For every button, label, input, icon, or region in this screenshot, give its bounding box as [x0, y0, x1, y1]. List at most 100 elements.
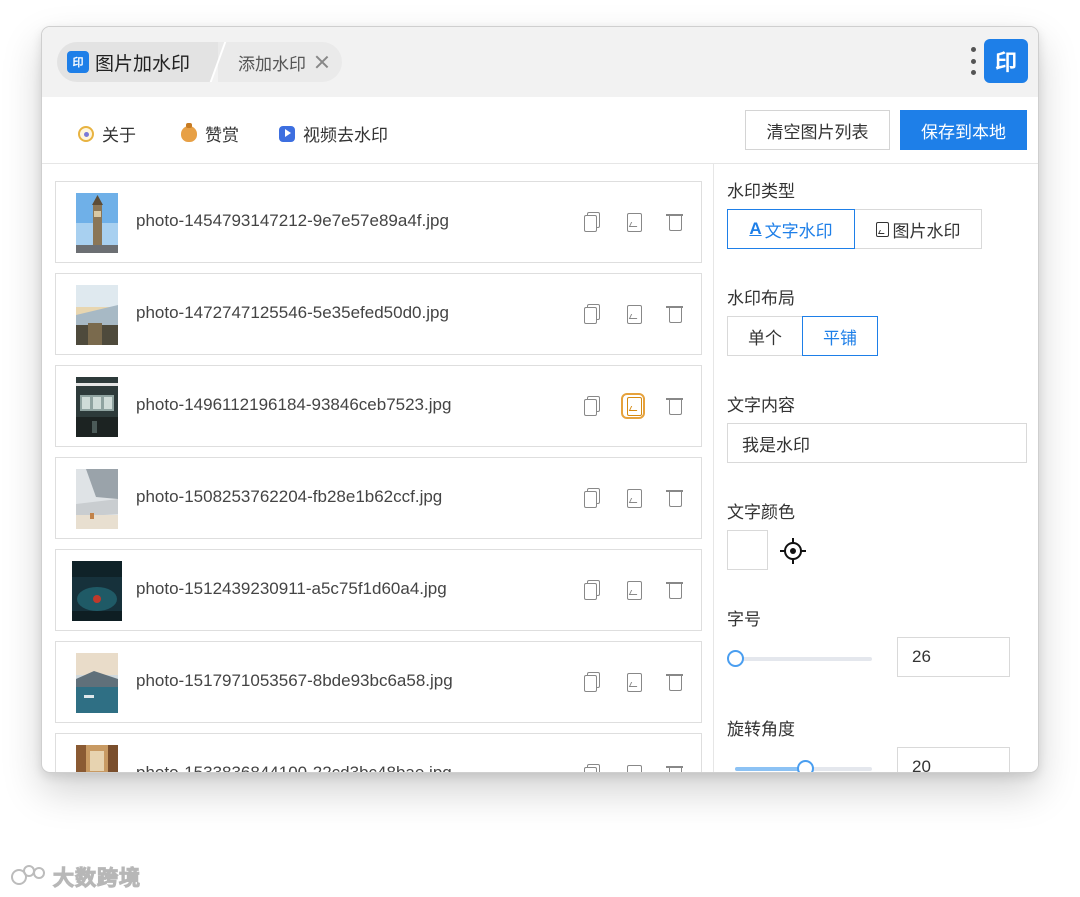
row-actions	[583, 580, 706, 600]
about-link[interactable]: 关于	[78, 121, 136, 146]
tab-add-watermark[interactable]: 添加水印	[218, 42, 343, 82]
text-watermark-label: 文字水印	[764, 221, 833, 241]
file-thumbnail	[76, 469, 118, 529]
copy-icon[interactable]	[583, 488, 601, 508]
page: 印 图片加水印 添加水印 印 关于 赞赏 视频去水印 清空图片列表 保存到本地 …	[0, 0, 1080, 897]
slider-handle[interactable]	[727, 650, 744, 667]
text-watermark-button[interactable]: A 文字水印	[727, 209, 855, 249]
font-size-input[interactable]: 26	[897, 637, 1010, 677]
text-content-input[interactable]	[727, 423, 1027, 463]
text-color-label: 文字颜色	[727, 503, 795, 522]
file-row: photo-1496112196184-93846ceb7523.jpg	[55, 365, 702, 447]
tab-label: 图片加水印	[95, 53, 191, 75]
app-window: 印 图片加水印 添加水印 印 关于 赞赏 视频去水印 清空图片列表 保存到本地 …	[41, 26, 1039, 773]
tab-image-watermark[interactable]: 印 图片加水印	[57, 42, 209, 82]
file-name: photo-1454793147212-9e7e57e89a4f.jpg	[136, 211, 449, 230]
toolbar: 关于 赞赏 视频去水印 清空图片列表 保存到本地	[42, 97, 1038, 164]
file-thumbnail	[76, 193, 118, 253]
file-row: photo-1508253762204-fb28e1b62ccf.jpg	[55, 457, 702, 539]
layout-single-button[interactable]: 单个	[727, 316, 803, 356]
file-row: photo-1472747125546-5e35efed50d0.jpg	[55, 273, 702, 355]
image-watermark-label: 图片水印	[892, 221, 961, 241]
settings-panel[interactable]: 水印类型 A 文字水印 图片水印 水印布局 单个 平铺 文字内容 文字颜色	[715, 164, 1038, 772]
file-thumbnail	[76, 377, 118, 437]
file-thumbnail	[76, 653, 118, 713]
file-name: photo-1496112196184-93846ceb7523.jpg	[136, 395, 452, 414]
reward-label: 赞赏	[205, 126, 239, 145]
about-icon	[78, 125, 94, 142]
file-row: photo-1512439230911-a5c75f1d60a4.jpg	[55, 549, 702, 631]
document-icon[interactable]	[624, 580, 642, 600]
document-icon[interactable]	[624, 764, 642, 772]
kebab-menu-icon[interactable]	[970, 47, 976, 75]
rotation-slider[interactable]	[727, 757, 872, 772]
file-list[interactable]: photo-1454793147212-9e7e57e89a4f.jpg pho…	[42, 164, 714, 773]
reward-link[interactable]: 赞赏	[181, 121, 239, 146]
video-remove-label: 视频去水印	[303, 126, 388, 145]
file-row: photo-1517971053567-8bde93bc6a58.jpg	[55, 641, 702, 723]
document-icon[interactable]	[624, 212, 642, 232]
font-size-label: 字号	[727, 610, 761, 629]
row-actions	[583, 764, 706, 772]
text-content-label: 文字内容	[727, 396, 795, 415]
copy-icon[interactable]	[583, 672, 601, 692]
layout-tile-button[interactable]: 平铺	[802, 316, 878, 356]
tab-strip: 印 图片加水印 添加水印	[57, 42, 343, 82]
rotation-input[interactable]: 20	[897, 747, 1010, 772]
trash-icon[interactable]	[665, 396, 683, 416]
trash-icon[interactable]	[665, 672, 683, 692]
trash-icon[interactable]	[665, 212, 683, 232]
about-label: 关于	[102, 126, 136, 145]
document-icon[interactable]	[624, 304, 642, 324]
rotation-label: 旋转角度	[727, 720, 795, 739]
brand-logo-icon	[9, 865, 49, 889]
image-watermark-button[interactable]: 图片水印	[854, 209, 982, 249]
copy-icon[interactable]	[583, 212, 601, 232]
text-glyph-icon: A	[749, 219, 762, 238]
tab-label: 添加水印	[238, 54, 307, 74]
color-picker-icon[interactable]	[780, 538, 806, 564]
row-actions	[583, 672, 706, 692]
image-icon	[875, 221, 889, 237]
copy-icon[interactable]	[583, 396, 601, 416]
slider-handle[interactable]	[796, 760, 814, 772]
file-name: photo-1533836844100-22cd3bc48bae.jpg	[136, 763, 452, 773]
save-local-button[interactable]: 保存到本地	[900, 110, 1027, 150]
layout-label: 水印布局	[727, 289, 795, 308]
app-tab-icon: 印	[67, 51, 89, 73]
trash-icon[interactable]	[665, 764, 683, 772]
file-row: photo-1533836844100-22cd3bc48bae.jpg	[55, 733, 702, 773]
row-actions	[583, 304, 706, 324]
reward-icon	[181, 122, 197, 142]
video-icon	[279, 125, 295, 142]
brand-watermark: 大数跨境	[9, 862, 141, 892]
watermark-type-toggle: A 文字水印 图片水印	[727, 209, 982, 249]
file-row: photo-1454793147212-9e7e57e89a4f.jpg	[55, 181, 702, 263]
file-thumbnail	[76, 745, 118, 772]
document-icon[interactable]	[624, 672, 642, 692]
file-name: photo-1472747125546-5e35efed50d0.jpg	[136, 303, 449, 322]
copy-icon[interactable]	[583, 304, 601, 324]
close-icon[interactable]	[314, 54, 330, 70]
trash-icon[interactable]	[665, 304, 683, 324]
layout-toggle: 单个 平铺	[727, 316, 878, 356]
trash-icon[interactable]	[665, 580, 683, 600]
row-actions	[583, 393, 706, 419]
trash-icon[interactable]	[665, 488, 683, 508]
title-bar: 印 图片加水印 添加水印 印	[42, 27, 1038, 97]
video-remove-link[interactable]: 视频去水印	[279, 121, 388, 146]
document-icon[interactable]	[624, 488, 642, 508]
document-icon[interactable]	[621, 393, 645, 419]
copy-icon[interactable]	[583, 764, 601, 772]
file-name: photo-1512439230911-a5c75f1d60a4.jpg	[136, 579, 447, 598]
file-thumbnail	[76, 285, 118, 345]
font-size-slider[interactable]	[727, 647, 872, 671]
color-swatch[interactable]	[727, 530, 768, 570]
clear-list-button[interactable]: 清空图片列表	[745, 110, 890, 150]
app-logo-icon: 印	[984, 39, 1028, 83]
file-name: photo-1508253762204-fb28e1b62ccf.jpg	[136, 487, 443, 506]
file-name: photo-1517971053567-8bde93bc6a58.jpg	[136, 671, 453, 690]
watermark-type-label: 水印类型	[727, 182, 795, 201]
copy-icon[interactable]	[583, 580, 601, 600]
row-actions	[583, 212, 706, 232]
